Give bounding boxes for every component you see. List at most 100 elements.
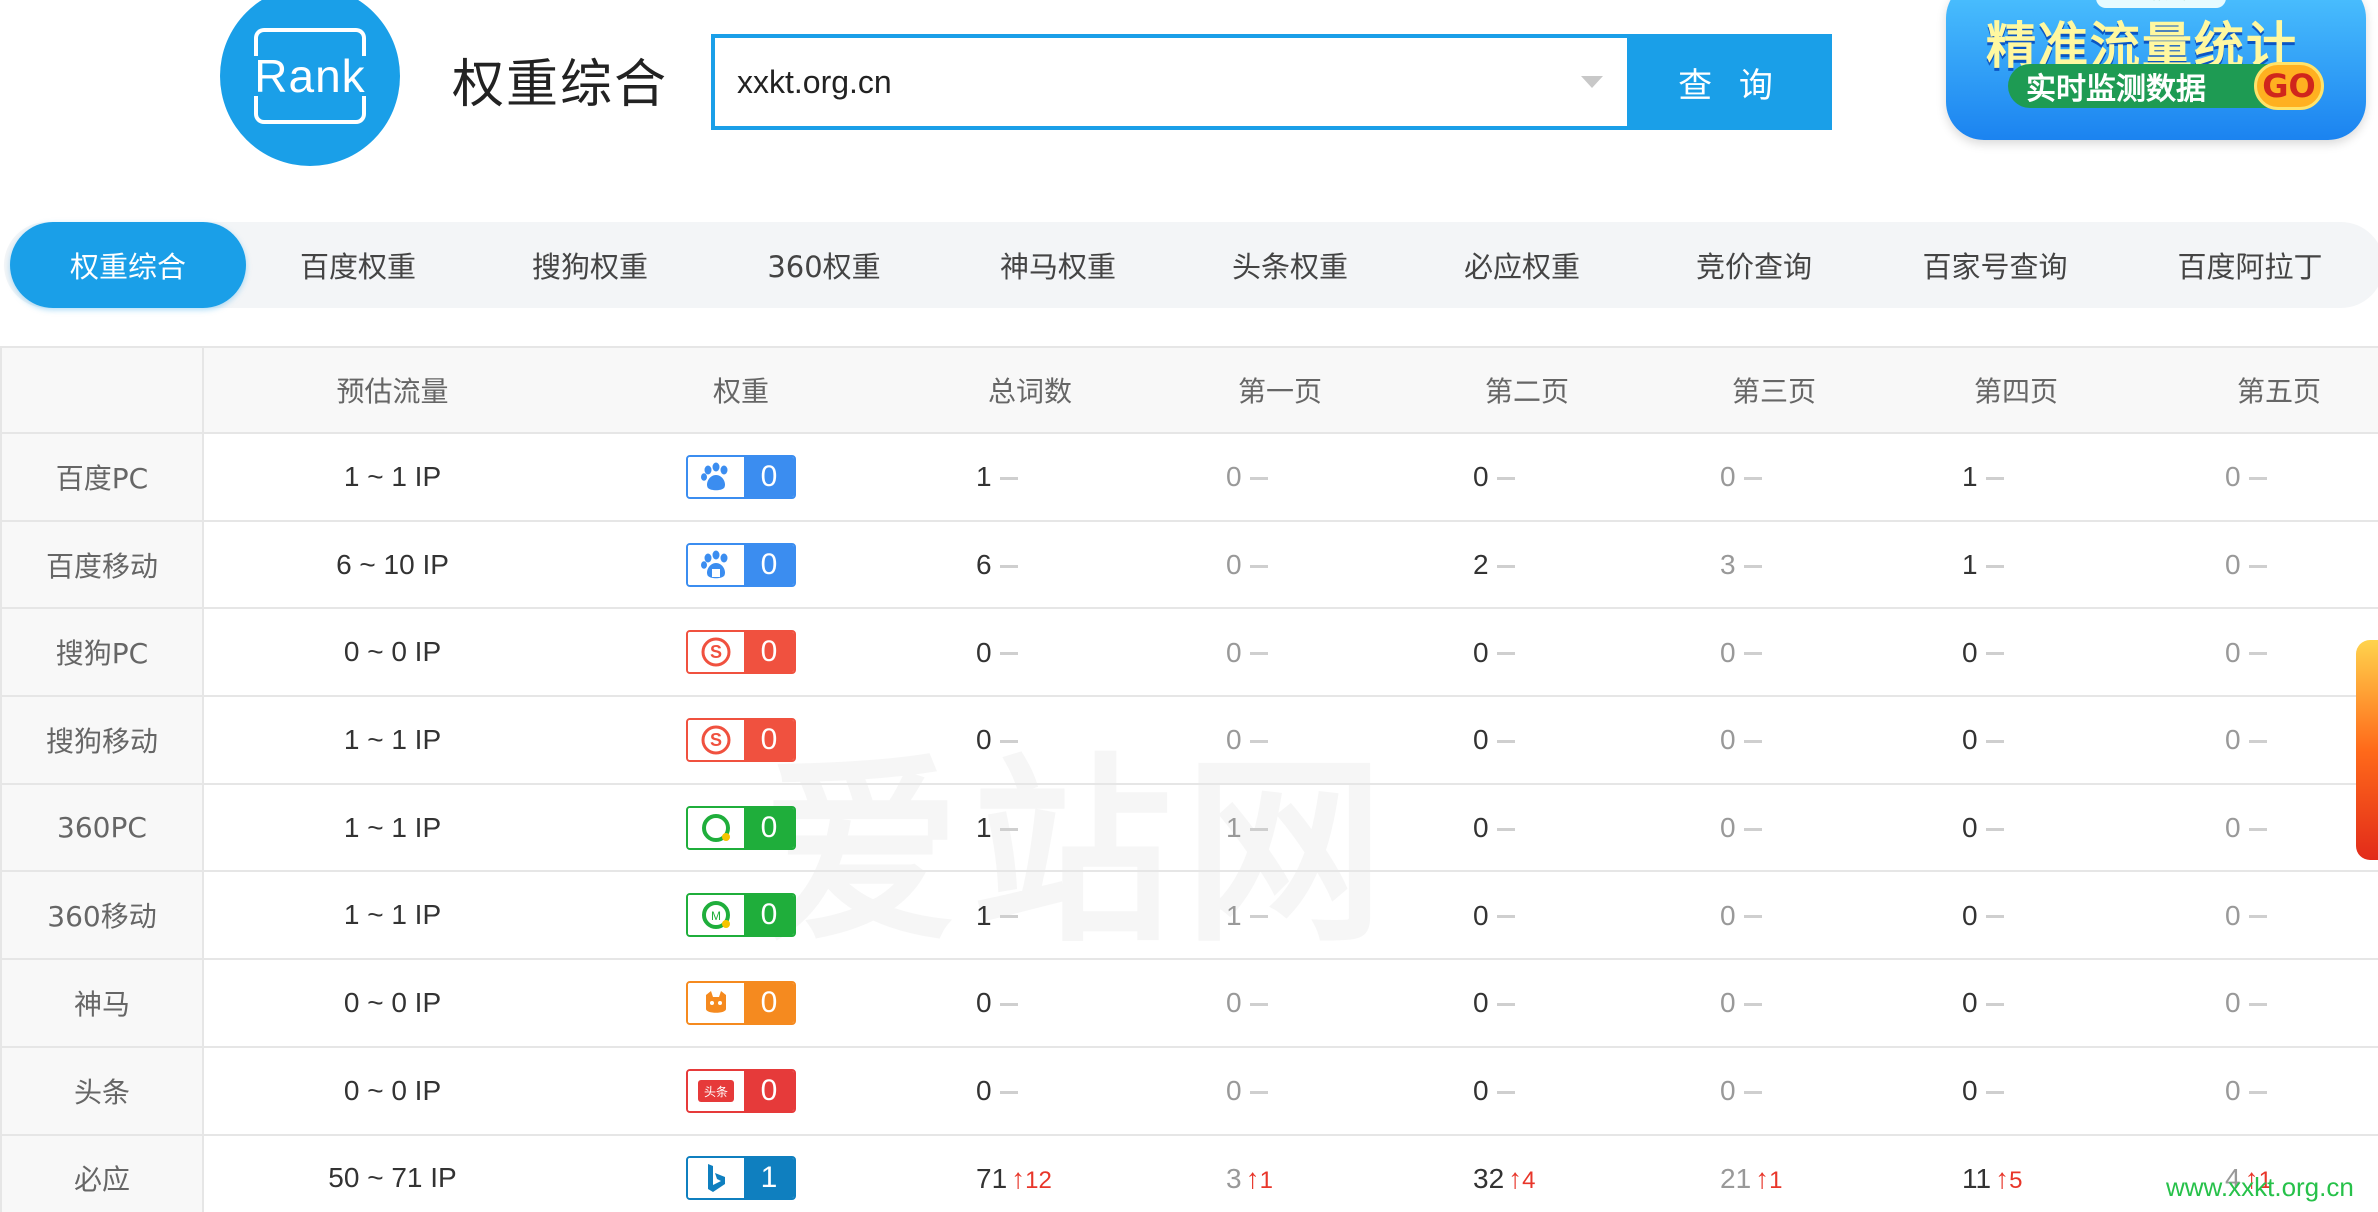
no-change-dash-icon [1249, 739, 1268, 743]
count-value[interactable]: 0 [2225, 900, 2241, 931]
ad-go-button[interactable]: GO [2254, 62, 2324, 110]
count-value[interactable]: 3 [1226, 1163, 1242, 1194]
count-value[interactable]: 21 [1720, 1163, 1751, 1194]
tab-1[interactable]: 百度权重 [242, 222, 474, 308]
count-value[interactable]: 1 [1226, 900, 1242, 931]
count-value[interactable]: 0 [2225, 812, 2241, 843]
tab-2[interactable]: 搜狗权重 [474, 222, 706, 308]
count-value[interactable]: 3 [1720, 549, 1736, 580]
tab-9[interactable]: 百度阿拉丁 [2120, 222, 2378, 308]
tab-4[interactable]: 神马权重 [942, 222, 1174, 308]
count-value[interactable]: 0 [1720, 1075, 1736, 1106]
count-value[interactable]: 0 [1720, 637, 1736, 668]
search-button[interactable]: 查 询 [1627, 34, 1832, 130]
count-value[interactable]: 0 [1720, 724, 1736, 755]
count-value[interactable]: 1 [1962, 461, 1978, 492]
count-value[interactable]: 0 [1473, 900, 1489, 931]
count-value[interactable]: 0 [976, 987, 992, 1018]
count-wrap: 1 [970, 899, 1090, 932]
no-change-dash-icon [2248, 1002, 2267, 1006]
count-value[interactable]: 0 [1962, 1075, 1978, 1106]
tab-5[interactable]: 头条权重 [1174, 222, 1406, 308]
count-cell: 0 [1159, 1045, 1401, 1136]
count-value[interactable]: 1 [976, 461, 992, 492]
count-value[interactable]: 0 [1962, 637, 1978, 668]
count-value[interactable]: 0 [2225, 987, 2241, 1018]
search-input[interactable] [715, 38, 1562, 126]
weight-badge[interactable]: 0 [686, 805, 796, 850]
count-value[interactable]: 0 [1962, 812, 1978, 843]
count-cell: 0 [1895, 607, 2137, 698]
table-header-row: 预估流量 权重 总词数 第一页 第二页 第三页 第四页 第五页 [0, 346, 2378, 434]
weight-badge[interactable]: 头条 0 [686, 1068, 796, 1113]
count-value[interactable]: 0 [1226, 549, 1242, 580]
weight-value: 0 [744, 719, 794, 760]
count-wrap: 1 [1956, 460, 2076, 493]
count-value[interactable]: 0 [1720, 987, 1736, 1018]
no-change-dash-icon [1249, 827, 1268, 831]
count-value[interactable]: 0 [2225, 724, 2241, 755]
tab-7[interactable]: 竞价查询 [1638, 222, 1870, 308]
count-value[interactable]: 32 [1473, 1163, 1504, 1194]
count-value[interactable]: 0 [1962, 900, 1978, 931]
count-value[interactable]: 0 [1226, 724, 1242, 755]
count-value[interactable]: 0 [1473, 724, 1489, 755]
count-value[interactable]: 0 [1473, 812, 1489, 843]
weight-badge[interactable]: 0 [686, 542, 796, 587]
count-value[interactable]: 0 [1226, 461, 1242, 492]
count-value[interactable]: 0 [1226, 987, 1242, 1018]
dropdown-caret-icon[interactable] [1562, 38, 1622, 126]
count-cell: 6 [901, 519, 1159, 610]
page-root: Rank 权重综合 查 询 爱站统计 精准流量统计 实时监测数据 GO 权重综合… [0, 0, 2378, 1212]
table-row: 必应 50 ~ 71 IP 1 71 ↑12 3 ↑1 32 ↑4 21 ↑1 11 ↑5 4 ↑1 [0, 1133, 2378, 1212]
count-value[interactable]: 0 [1962, 724, 1978, 755]
tab-3[interactable]: 360权重 [706, 222, 942, 308]
ad-banner[interactable]: 爱站统计 精准流量统计 实时监测数据 GO [1946, 0, 2366, 140]
count-value[interactable]: 0 [1473, 987, 1489, 1018]
count-cell: 0 [1895, 958, 2137, 1048]
sogou-icon: S [688, 632, 744, 673]
weight-badge[interactable]: S0 [686, 717, 796, 762]
weight-badge[interactable]: 1 [686, 1156, 796, 1201]
count-wrap: 0 [970, 723, 1090, 756]
count-value[interactable]: 11 [1962, 1163, 1991, 1194]
weight-badge[interactable]: S0 [686, 630, 796, 675]
count-value[interactable]: 1 [976, 812, 992, 843]
count-value[interactable]: 0 [976, 637, 992, 668]
count-value[interactable]: 0 [1720, 900, 1736, 931]
weight-badge[interactable]: M0 [686, 893, 796, 938]
count-value[interactable]: 0 [1473, 1075, 1489, 1106]
count-wrap: 0 [1467, 811, 1587, 844]
weight-badge[interactable]: 0 [686, 980, 796, 1025]
count-value[interactable]: 0 [1720, 812, 1736, 843]
count-value[interactable]: 0 [1226, 637, 1242, 668]
count-cell: 0 [1159, 607, 1401, 698]
count-value[interactable]: 0 [1962, 987, 1978, 1018]
tab-8[interactable]: 百家号查询 [1870, 222, 2120, 308]
count-value[interactable]: 0 [1473, 461, 1489, 492]
count-value[interactable]: 0 [976, 1075, 992, 1106]
count-value[interactable]: 6 [976, 549, 992, 580]
count-value[interactable]: 0 [2225, 1075, 2241, 1106]
count-cell: 3 ↑1 [1159, 1133, 1401, 1212]
count-value[interactable]: 0 [2225, 549, 2241, 580]
rank-logo[interactable]: Rank [220, 0, 400, 166]
baidu-mobile-icon [688, 544, 744, 585]
count-value[interactable]: 0 [1720, 461, 1736, 492]
side-float-widget[interactable] [2356, 640, 2378, 860]
count-value[interactable]: 1 [976, 900, 992, 931]
count-value[interactable]: 0 [2225, 461, 2241, 492]
count-value[interactable]: 1 [1226, 812, 1242, 843]
count-value[interactable]: 0 [1226, 1075, 1242, 1106]
count-value[interactable]: 0 [976, 724, 992, 755]
count-value[interactable]: 0 [2225, 637, 2241, 668]
tab-0[interactable]: 权重综合 [10, 222, 246, 308]
count-value[interactable]: 2 [1473, 549, 1489, 580]
tab-6[interactable]: 必应权重 [1406, 222, 1638, 308]
weight-badge[interactable]: 0 [686, 454, 796, 499]
count-value[interactable]: 1 [1962, 549, 1978, 580]
count-cell: 0 [2137, 870, 2378, 961]
count-value[interactable]: 0 [1473, 637, 1489, 668]
360-icon [688, 807, 744, 848]
count-value[interactable]: 71 [976, 1163, 1007, 1194]
